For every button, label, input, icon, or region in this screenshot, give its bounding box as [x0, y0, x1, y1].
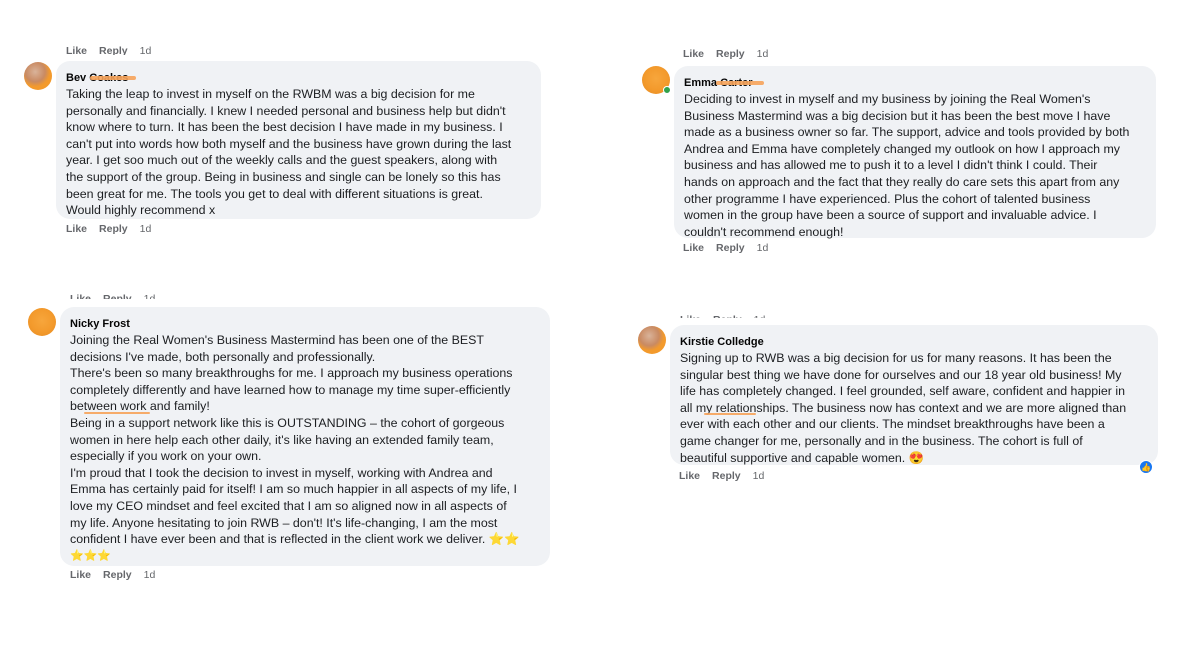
- reply-link[interactable]: Reply: [716, 242, 745, 254]
- like-link[interactable]: Like: [66, 45, 87, 55]
- comment-actions: Like Reply 1d: [679, 470, 764, 482]
- avatar[interactable]: [24, 62, 52, 90]
- comment-time: 1d: [139, 45, 152, 55]
- comment-time: 1d: [756, 242, 769, 254]
- prev-comment-actions: Like Reply 1d: [70, 293, 155, 299]
- highlight-mark: [84, 412, 150, 414]
- comment-bubble: Kirstie Colledge Signing up to RWB was a…: [670, 325, 1158, 465]
- prev-comment-actions: Like Reply 1d: [680, 314, 765, 318]
- like-link[interactable]: Like: [683, 48, 704, 60]
- like-link[interactable]: Like: [66, 223, 87, 235]
- reply-link[interactable]: Reply: [713, 314, 742, 318]
- like-link[interactable]: Like: [679, 470, 700, 482]
- avatar[interactable]: [638, 326, 666, 354]
- comment-actions: Like Reply 1d: [66, 223, 151, 235]
- comment-bubble: Emma Carter Deciding to invest in myself…: [674, 66, 1156, 239]
- redaction-mark: [90, 76, 136, 80]
- like-link[interactable]: Like: [70, 569, 91, 581]
- comment-time: 1d: [143, 293, 156, 299]
- comment-text: Joining the Real Women's Business Master…: [70, 333, 520, 562]
- comment-author[interactable]: Emma Carter: [684, 76, 764, 90]
- thumbs-up-icon[interactable]: 👍: [1139, 460, 1153, 474]
- comment-actions: Like Reply 1d: [683, 242, 768, 254]
- like-link[interactable]: Like: [680, 314, 701, 318]
- like-link[interactable]: Like: [683, 242, 704, 254]
- comment-text: Taking the leap to invest in myself on t…: [66, 87, 512, 218]
- comment-time: 1d: [752, 470, 765, 482]
- prev-comment-actions: Like Reply 1d: [683, 48, 768, 60]
- reply-link[interactable]: Reply: [716, 48, 745, 60]
- redaction-mark: [716, 81, 764, 85]
- comment-time: 1d: [139, 223, 152, 235]
- comment-bubble: Bev Coakes Taking the leap to invest in …: [56, 61, 541, 219]
- comment-bubble: Nicky Frost Joining the Real Women's Bus…: [60, 307, 550, 566]
- avatar[interactable]: [28, 308, 56, 336]
- comment-author[interactable]: Nicky Frost: [70, 317, 130, 331]
- comment-time: 1d: [754, 314, 766, 318]
- reply-link[interactable]: Reply: [99, 45, 128, 55]
- highlight-mark: [704, 413, 756, 415]
- reply-link[interactable]: Reply: [712, 470, 741, 482]
- avatar[interactable]: [642, 66, 671, 94]
- reply-link[interactable]: Reply: [99, 223, 128, 235]
- comment-actions: Like Reply 1d: [70, 569, 155, 581]
- like-link[interactable]: Like: [70, 293, 91, 299]
- comment-time: 1d: [143, 569, 156, 581]
- reply-link[interactable]: Reply: [103, 569, 132, 581]
- comment-author[interactable]: Bev Coakes: [66, 71, 136, 85]
- comment-time: 1d: [756, 48, 769, 60]
- reply-link[interactable]: Reply: [103, 293, 132, 299]
- prev-comment-actions: Like Reply 1d: [66, 45, 151, 55]
- comment-text: Deciding to invest in myself and my busi…: [684, 92, 1130, 239]
- comment-author[interactable]: Kirstie Colledge: [680, 335, 764, 349]
- comment-text: Signing up to RWB was a big decision for…: [680, 351, 1127, 465]
- online-dot-icon: [663, 86, 671, 94]
